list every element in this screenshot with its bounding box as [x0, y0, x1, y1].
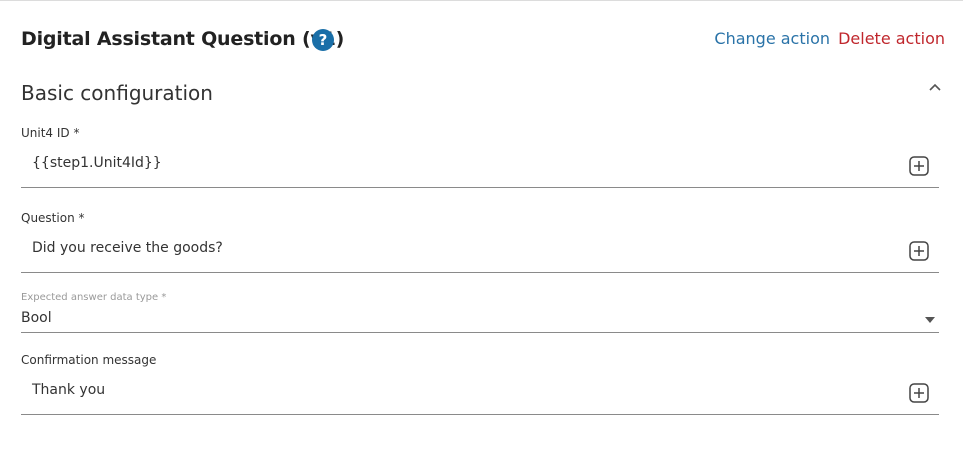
action-config-panel: Digital Assistant Question (v1) ? Change… [0, 0, 963, 467]
answer-type-select[interactable]: Expected answer data type * Bool [21, 292, 939, 334]
answer-type-value[interactable]: Bool [21, 310, 52, 326]
dropdown-caret-icon[interactable] [924, 316, 936, 324]
field-underline [21, 187, 939, 188]
question-input[interactable]: Did you receive the goods? [32, 240, 223, 256]
delete-action-link[interactable]: Delete action [838, 29, 945, 48]
confirmation-message-field: Confirmation message Thank you [21, 353, 939, 416]
field-underline [21, 414, 939, 415]
plus-box-icon[interactable] [909, 156, 929, 176]
field-underline [21, 332, 939, 333]
plus-box-icon[interactable] [909, 383, 929, 403]
question-field: Question * Did you receive the goods? [21, 211, 939, 274]
page-title: Digital Assistant Question (v1) [21, 28, 345, 50]
chevron-up-icon[interactable] [928, 81, 942, 95]
answer-type-label: Expected answer data type * [21, 292, 167, 303]
unit4-id-label: Unit4 ID * [21, 126, 80, 140]
question-label: Question * [21, 211, 85, 225]
header-actions: Change action Delete action [714, 29, 945, 48]
unit4-id-field: Unit4 ID * {{step1.Unit4Id}} [21, 126, 939, 189]
field-underline [21, 272, 939, 273]
change-action-link[interactable]: Change action [714, 29, 830, 48]
section-title: Basic configuration [21, 81, 213, 105]
unit4-id-input[interactable]: {{step1.Unit4Id}} [32, 155, 162, 171]
confirmation-message-input[interactable]: Thank you [32, 382, 105, 398]
plus-box-icon[interactable] [909, 241, 929, 261]
confirmation-message-label: Confirmation message [21, 353, 157, 367]
help-icon[interactable]: ? [312, 29, 334, 51]
